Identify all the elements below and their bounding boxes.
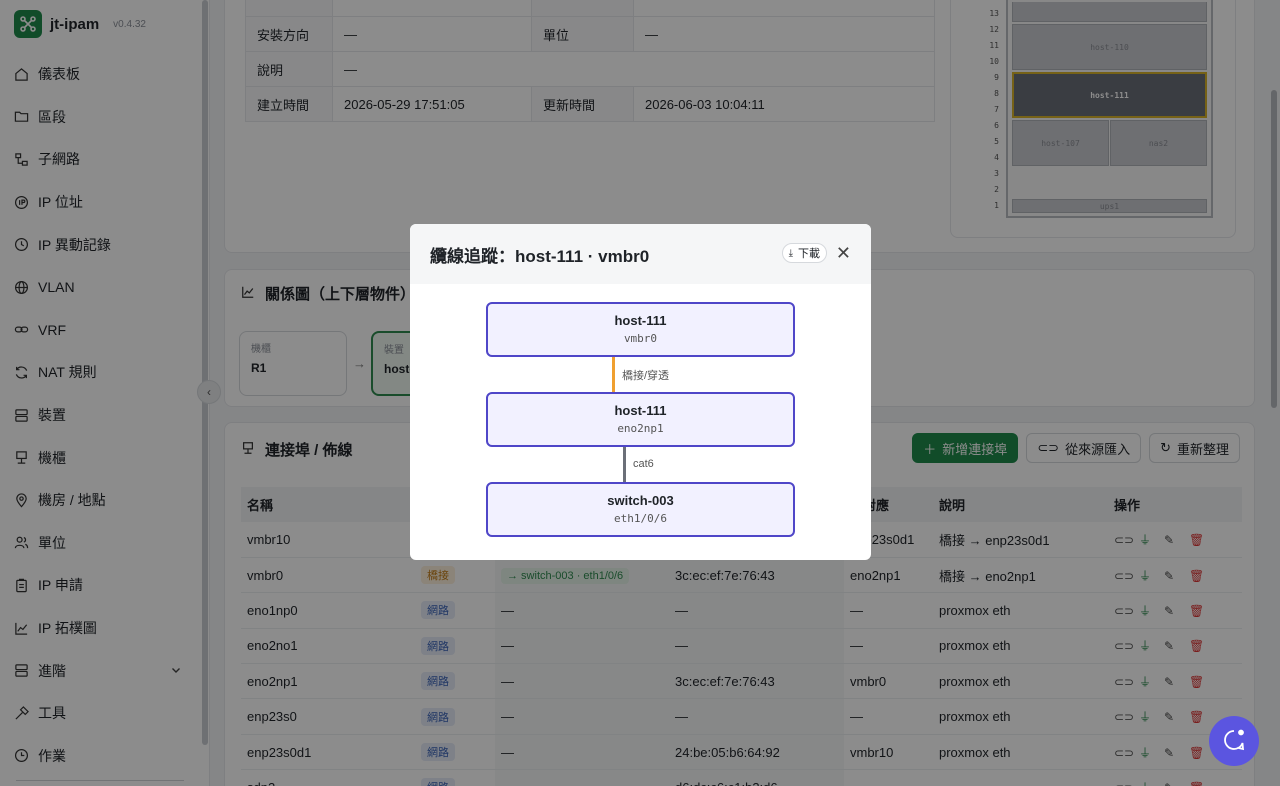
trace-link-label: cat6 <box>633 458 654 470</box>
trace-node[interactable]: switch-003 eth1/0/6 <box>486 482 795 537</box>
download-icon: ⤓ <box>788 247 793 259</box>
trace-node-host: host-111 <box>614 403 667 418</box>
trace-link-label: 橋接/穿透 <box>622 370 670 382</box>
trace-node[interactable]: host-111 vmbr0 <box>486 302 795 357</box>
trace-node-host: switch-003 <box>607 493 674 508</box>
download-button[interactable]: ⤓ 下載 <box>781 243 827 263</box>
trace-node-port: eth1/0/6 <box>614 512 667 525</box>
download-label: 下載 <box>798 248 820 260</box>
cable-trace-modal: 纜線追蹤：host-111 · vmbr0 ⤓ 下載 ✕ host-111 vm… <box>410 224 871 560</box>
trace-node-host: host-111 <box>614 313 667 328</box>
trace-link-bridge <box>612 357 615 392</box>
trace-node-port: vmbr0 <box>623 332 658 345</box>
modal-header: 纜線追蹤：host-111 · vmbr0 ⤓ 下載 ✕ <box>410 224 871 284</box>
chat-button[interactable] <box>1209 716 1259 766</box>
trace-node[interactable]: host-111 eno2np1 <box>486 392 795 447</box>
close-icon[interactable]: ✕ <box>836 243 851 264</box>
trace-link-cable <box>623 447 626 482</box>
modal-title: 纜線追蹤：host-111 · vmbr0 <box>430 246 650 266</box>
chat-icon <box>1222 728 1246 755</box>
trace-node-port: eno2np1 <box>617 422 664 435</box>
